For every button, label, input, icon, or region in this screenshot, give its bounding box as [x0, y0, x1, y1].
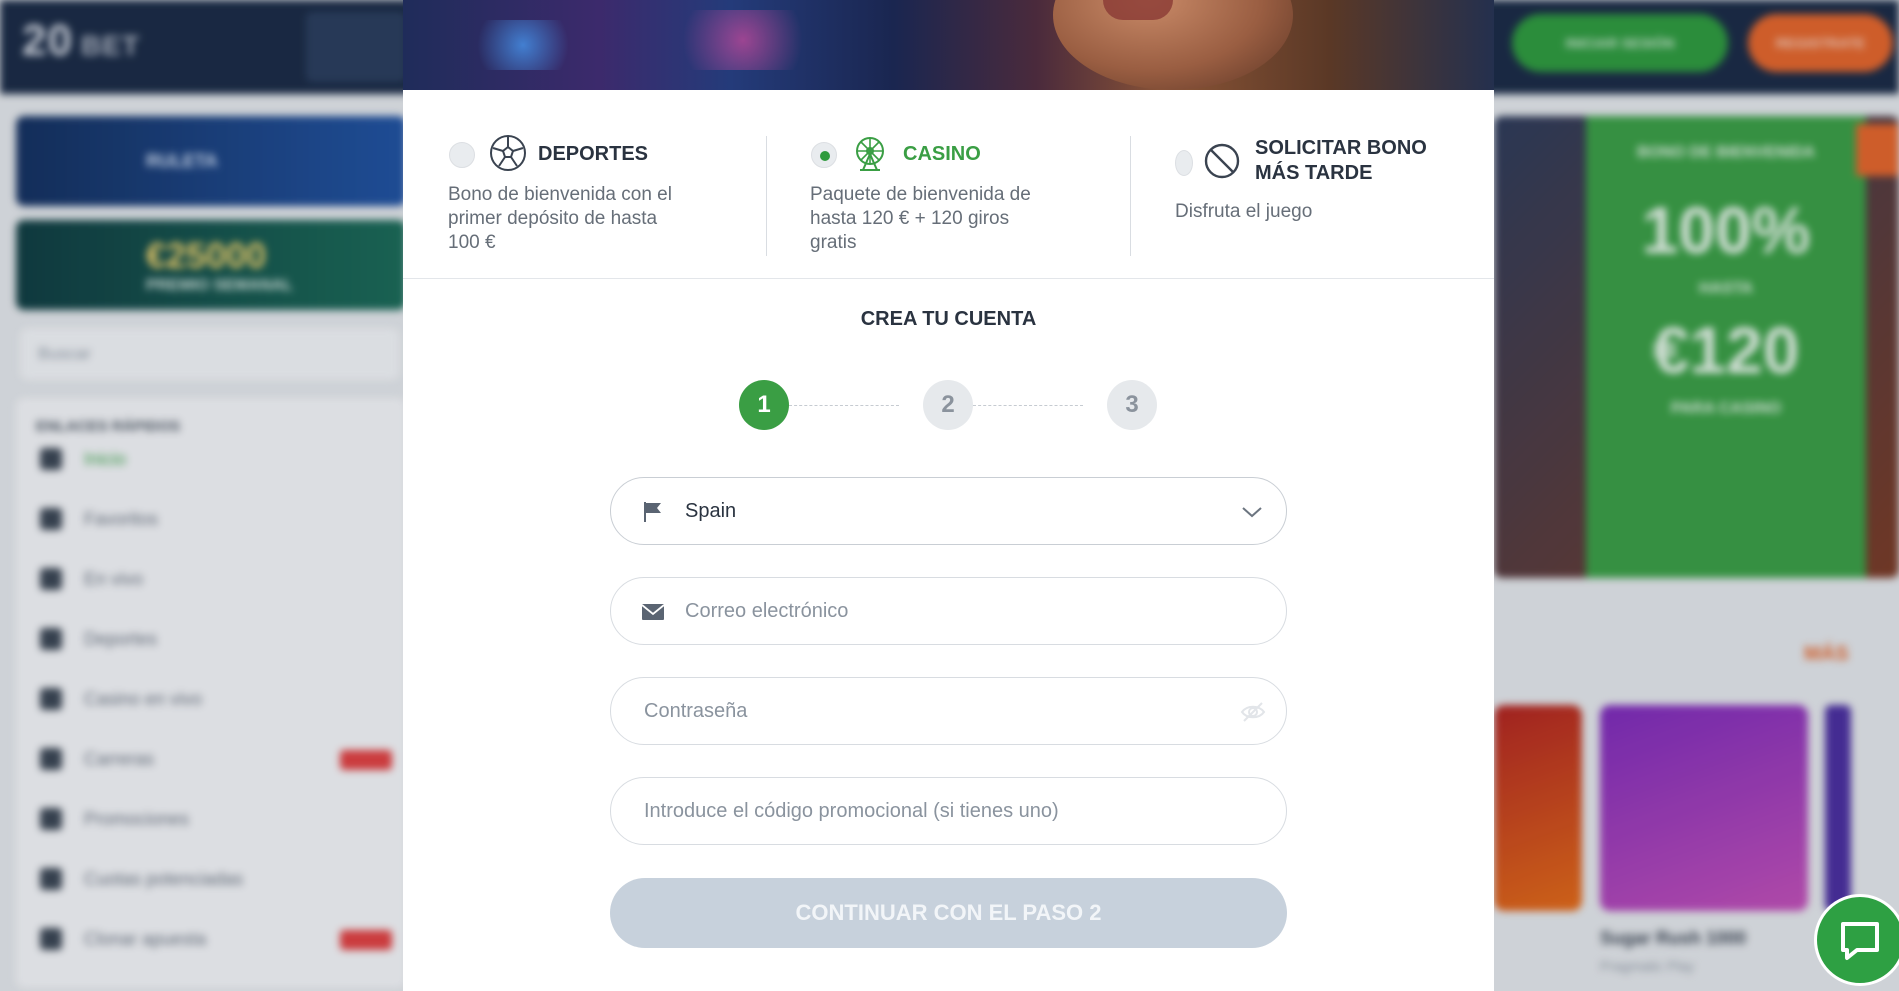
promo-code-placeholder: Introduce el código promocional (si tien… — [644, 799, 1059, 822]
bonus-option-later[interactable]: SOLICITAR BONO MÁS TARDE Disfruta el jue… — [1131, 90, 1494, 278]
bonus-title-later: SOLICITAR BONO MÁS TARDE — [1255, 137, 1427, 184]
bonus-desc-sports: Bono de bienvenida con el primer depósit… — [448, 184, 672, 253]
step-1-indicator: 1 — [739, 380, 789, 430]
bonus-selector: DEPORTES Bono de bienvenida con el prime… — [403, 90, 1494, 279]
chevron-down-icon — [1242, 507, 1262, 518]
bonus-radio-sports[interactable] — [449, 142, 475, 168]
step-3-indicator: 3 — [1107, 380, 1157, 430]
step-connector — [789, 405, 899, 406]
hero-image — [403, 0, 1494, 90]
no-entry-icon — [1204, 143, 1240, 179]
bonus-desc-casino: Paquete de bienvenida de hasta 120 € + 1… — [810, 184, 1031, 253]
promo-code-field[interactable]: Introduce el código promocional (si tien… — [610, 777, 1287, 845]
chat-button[interactable] — [1814, 894, 1899, 986]
soccer-ball-icon — [490, 135, 526, 171]
bonus-radio-later[interactable] — [1175, 150, 1193, 176]
chat-icon — [1841, 922, 1879, 960]
country-value: Spain — [685, 499, 737, 522]
email-placeholder: Correo electrónico — [685, 599, 849, 622]
email-field[interactable]: Correo electrónico — [610, 577, 1287, 645]
form-title: CREA TU CUENTA — [860, 308, 1037, 330]
envelope-icon — [641, 604, 665, 620]
country-select[interactable]: Spain — [610, 477, 1287, 545]
eye-icon[interactable] — [1240, 700, 1266, 724]
step-2-indicator: 2 — [923, 380, 973, 430]
bonus-option-sports[interactable]: DEPORTES Bono de bienvenida con el prime… — [403, 90, 766, 278]
ferris-wheel-icon — [856, 137, 884, 171]
bonus-radio-casino[interactable] — [811, 142, 837, 168]
password-placeholder: Contraseña — [644, 699, 748, 722]
password-field[interactable]: Contraseña — [610, 677, 1287, 745]
bonus-title-casino: CASINO — [903, 143, 981, 165]
bonus-desc-later: Disfruta el juego — [1175, 201, 1313, 222]
bonus-option-casino[interactable]: CASINO Paquete de bienvenida de hasta 12… — [767, 90, 1130, 278]
continue-button[interactable]: CONTINUAR CON EL PASO 2 — [610, 878, 1287, 948]
step-connector — [973, 405, 1083, 406]
registration-modal: DEPORTES Bono de bienvenida con el prime… — [403, 0, 1494, 991]
flag-icon — [644, 502, 661, 522]
bonus-title-sports: DEPORTES — [538, 143, 649, 165]
